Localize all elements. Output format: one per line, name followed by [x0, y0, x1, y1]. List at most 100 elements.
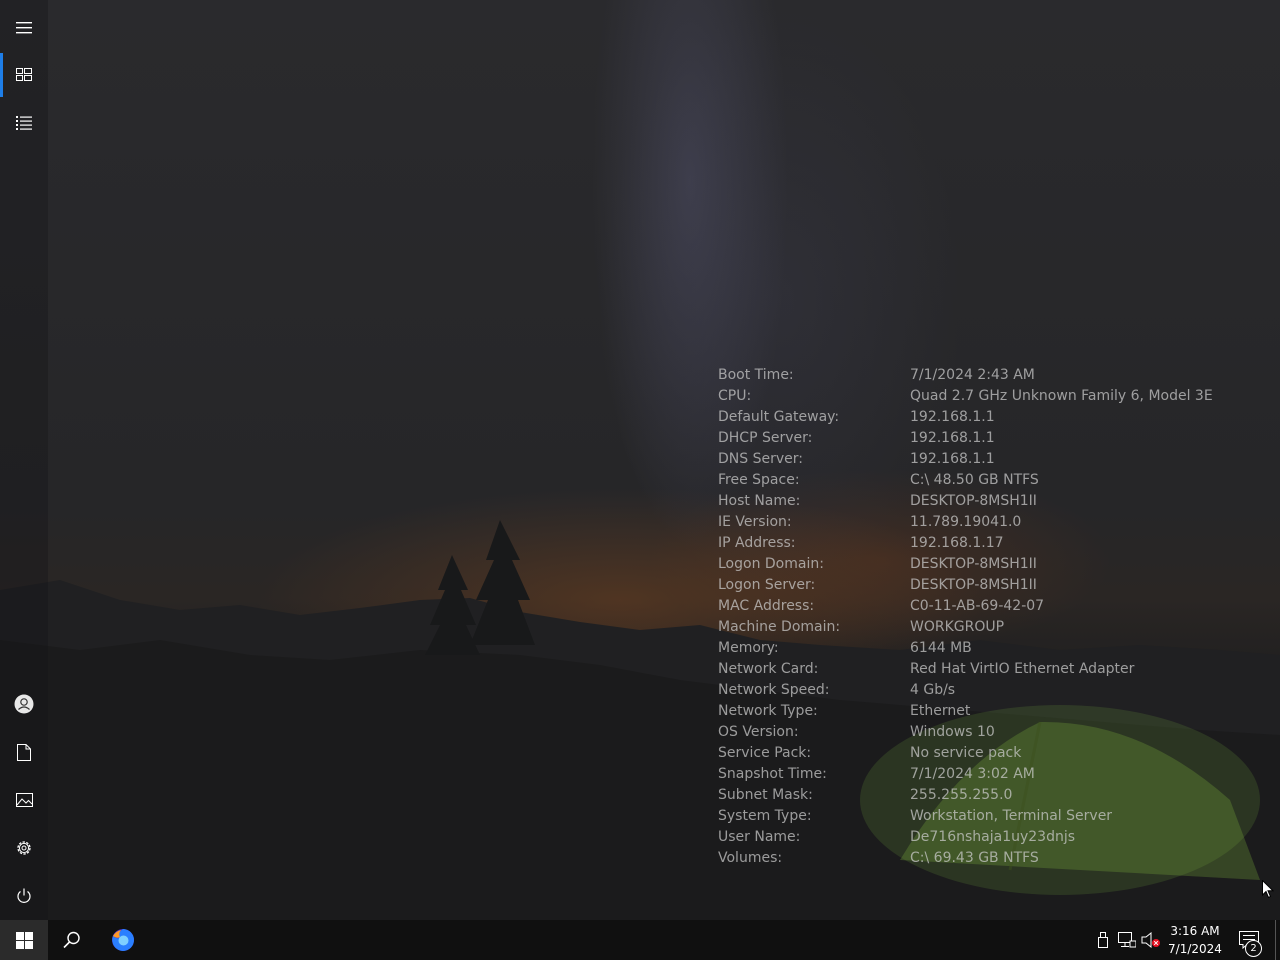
bginfo-value: Red Hat VirtIO Ethernet Adapter: [910, 661, 1135, 677]
hamburger-menu-icon: [16, 22, 32, 34]
bginfo-row: Network Card: Red Hat VirtIO Ethernet Ada…: [718, 659, 1213, 680]
bginfo-row: IE Version: 11.789.19041.0: [718, 512, 1213, 533]
bginfo-value: No service pack: [910, 745, 1022, 761]
bginfo-value: Windows 10: [910, 724, 995, 740]
pictures-button[interactable]: [0, 776, 48, 824]
user-icon: [14, 694, 34, 714]
power-button[interactable]: [0, 872, 48, 920]
bginfo-label: User Name:: [718, 829, 801, 845]
bginfo-value: 7/1/2024 3:02 AM: [910, 766, 1035, 782]
clock-date: 7/1/2024: [1168, 942, 1222, 956]
bginfo-label: Memory:: [718, 640, 779, 656]
bginfo-label: Free Space:: [718, 472, 800, 488]
bginfo-row: Logon Server: DESKTOP-8MSH1II: [718, 575, 1213, 596]
bginfo-label: CPU:: [718, 388, 752, 404]
taskbar-clock[interactable]: 3:16 AM 7/1/2024: [1164, 920, 1226, 960]
bginfo-row: User Name: De716nshaja1uy23dnjs: [718, 827, 1213, 848]
bginfo-row: IP Address: 192.168.1.17: [718, 533, 1213, 554]
bginfo-label: DHCP Server:: [718, 430, 813, 446]
bginfo-value: 4 Gb/s: [910, 682, 956, 698]
bginfo-row: Machine Domain: WORKGROUP: [718, 617, 1213, 638]
tiles-button[interactable]: [0, 51, 48, 99]
bginfo-row: Network Type: Ethernet: [718, 701, 1213, 722]
bginfo-label: DNS Server:: [718, 451, 803, 467]
start-menu-rail: [0, 0, 48, 920]
notification-count-badge: 2: [1245, 940, 1262, 957]
mouse-cursor-icon: [1262, 880, 1274, 899]
bginfo-row: Memory: 6144 MB: [718, 638, 1213, 659]
bginfo-label: IP Address:: [718, 535, 796, 551]
bginfo-value: 192.168.1.1: [910, 451, 995, 467]
documents-button[interactable]: [0, 728, 48, 776]
bginfo-row: Service Pack: No service pack: [718, 743, 1213, 764]
bginfo-label: Machine Domain:: [718, 619, 841, 635]
bginfo-label: Logon Server:: [718, 577, 816, 593]
settings-button[interactable]: [0, 824, 48, 872]
bginfo-row: Free Space: C:\ 48.50 GB NTFS: [718, 470, 1213, 491]
bginfo-label: Host Name:: [718, 493, 801, 509]
gear-icon: [17, 841, 31, 855]
bginfo-label: Volumes:: [718, 850, 783, 866]
bginfo-value: 255.255.255.0: [910, 787, 1013, 803]
bginfo-value: 11.789.19041.0: [910, 514, 1022, 530]
bginfo-row: Subnet Mask: 255.255.255.0: [718, 785, 1213, 806]
windows-logo-icon: [15, 931, 33, 949]
account-button[interactable]: [0, 680, 48, 728]
tiles-icon: [16, 68, 32, 81]
bginfo-value: Ethernet: [910, 703, 971, 719]
bginfo-row: Network Speed: 4 Gb/s: [718, 680, 1213, 701]
bginfo-row: CPU: Quad 2.7 GHz Unknown Family 6, Model…: [718, 386, 1213, 407]
expand-menu-button[interactable]: [0, 4, 48, 52]
bginfo-label: MAC Address:: [718, 598, 815, 614]
bginfo-label: Network Type:: [718, 703, 818, 719]
bginfo-value: 7/1/2024 2:43 AM: [910, 367, 1035, 383]
volume-muted-icon: [1141, 932, 1160, 948]
all-apps-button[interactable]: [0, 99, 48, 147]
search-button[interactable]: [48, 920, 96, 960]
bginfo-row: DHCP Server: 192.168.1.1: [718, 428, 1213, 449]
show-desktop-button[interactable]: [1275, 920, 1276, 960]
bginfo-value: 192.168.1.1: [910, 409, 995, 425]
bginfo-row: DNS Server: 192.168.1.1: [718, 449, 1213, 470]
bginfo-label: IE Version:: [718, 514, 792, 530]
bginfo-value: C:\ 69.43 GB NTFS: [910, 850, 1039, 866]
bginfo-value: Workstation, Terminal Server: [910, 808, 1113, 824]
tray-network[interactable]: [1116, 920, 1138, 960]
start-button[interactable]: [0, 920, 48, 960]
tray-usb-device[interactable]: [1093, 920, 1113, 960]
firefox-taskbar-button[interactable]: [99, 920, 147, 960]
bginfo-row: Volumes: C:\ 69.43 GB NTFS: [718, 848, 1213, 869]
bginfo-value: Quad 2.7 GHz Unknown Family 6, Model 3E: [910, 388, 1213, 404]
bginfo-label: Logon Domain:: [718, 556, 824, 572]
bginfo-row: OS Version: Windows 10: [718, 722, 1213, 743]
bginfo-system-info: Boot Time: 7/1/2024 2:43 AM CPU: Quad 2.7 G…: [718, 365, 1213, 869]
bginfo-row: MAC Address: C0-11-AB-69-42-07: [718, 596, 1213, 617]
tray-volume[interactable]: [1140, 920, 1162, 960]
bginfo-value: 192.168.1.17: [910, 535, 1004, 551]
bginfo-value: WORKGROUP: [910, 619, 1005, 635]
bginfo-label: Service Pack:: [718, 745, 812, 761]
picture-icon: [15, 793, 33, 807]
bginfo-value: DESKTOP-8MSH1II: [910, 493, 1037, 509]
search-icon: [63, 931, 80, 949]
network-icon: [1118, 932, 1136, 948]
usb-drive-icon: [1098, 932, 1108, 948]
bginfo-value: C0-11-AB-69-42-07: [910, 598, 1045, 614]
bginfo-label: Boot Time:: [718, 367, 794, 383]
bginfo-label: Default Gateway:: [718, 409, 840, 425]
bginfo-label: Snapshot Time:: [718, 766, 827, 782]
bginfo-label: Network Card:: [718, 661, 819, 677]
bginfo-value: De716nshaja1uy23dnjs: [910, 829, 1076, 845]
bginfo-label: Subnet Mask:: [718, 787, 813, 803]
bginfo-row: Boot Time: 7/1/2024 2:43 AM: [718, 365, 1213, 386]
bginfo-value: DESKTOP-8MSH1II: [910, 577, 1037, 593]
firefox-icon: [112, 929, 134, 951]
bginfo-label: Network Speed:: [718, 682, 830, 698]
bginfo-row: Snapshot Time: 7/1/2024 3:02 AM: [718, 764, 1213, 785]
bginfo-row: System Type: Workstation, Terminal Server: [718, 806, 1213, 827]
list-icon: [16, 116, 32, 130]
bginfo-value: 192.168.1.1: [910, 430, 995, 446]
bginfo-label: OS Version:: [718, 724, 799, 740]
taskbar: 3:16 AM 7/1/2024: [0, 920, 1280, 960]
document-icon: [17, 743, 31, 761]
